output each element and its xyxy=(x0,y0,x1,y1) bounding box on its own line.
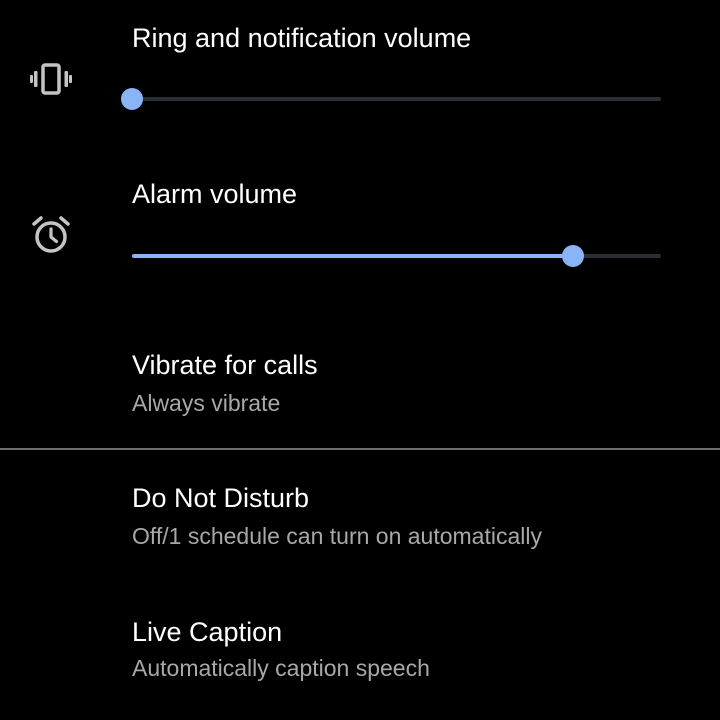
do-not-disturb-title: Do Not Disturb xyxy=(132,483,310,513)
alarm-volume-row: Alarm volume xyxy=(0,150,720,300)
ring-volume-title: Ring and notification volume xyxy=(132,23,472,53)
ring-volume-slider[interactable] xyxy=(121,87,661,111)
do-not-disturb-summary: Off/1 schedule can turn on automatically xyxy=(132,523,542,549)
alarm-volume-slider[interactable] xyxy=(132,244,661,268)
vibrate-icon xyxy=(30,58,72,100)
alarm-volume-thumb[interactable] xyxy=(561,245,584,267)
alarm-volume-fill xyxy=(132,254,573,258)
alarm-volume-title: Alarm volume xyxy=(132,179,298,209)
live-caption-item[interactable]: Live Caption Automatically caption speec… xyxy=(0,596,720,716)
ring-volume-thumb[interactable] xyxy=(121,88,143,110)
alarm-clock-icon xyxy=(30,214,72,256)
live-caption-summary: Automatically caption speech xyxy=(132,655,430,681)
live-caption-title: Live Caption xyxy=(132,617,283,647)
ring-volume-track xyxy=(132,97,661,101)
ring-volume-row: Ring and notification volume xyxy=(0,0,720,150)
vibrate-for-calls-title: Vibrate for calls xyxy=(132,350,318,380)
do-not-disturb-item[interactable]: Do Not Disturb Off/1 schedule can turn o… xyxy=(0,462,720,582)
vibrate-for-calls-item[interactable]: Vibrate for calls Always vibrate xyxy=(0,330,720,440)
section-divider xyxy=(0,448,720,450)
vibrate-for-calls-summary: Always vibrate xyxy=(132,390,281,416)
